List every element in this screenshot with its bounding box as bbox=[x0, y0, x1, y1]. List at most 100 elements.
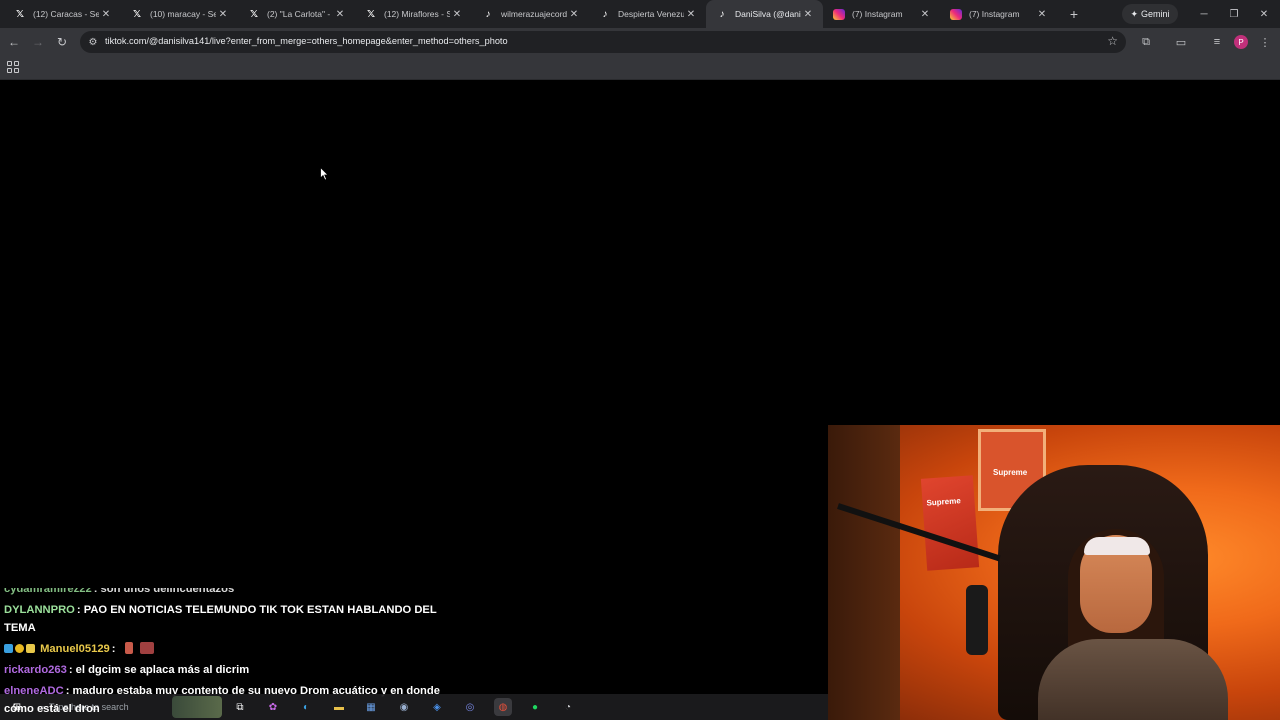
chat-username: DYLANNPRO bbox=[4, 604, 75, 616]
close-icon[interactable]: ✕ bbox=[99, 9, 113, 20]
steam-icon[interactable]: ◉ bbox=[395, 698, 413, 716]
screen: 𝕏 (12) Caracas - Search / X ✕ 𝕏 (10) mar… bbox=[0, 0, 1280, 720]
windows-taskbar: ⊞ ⌕ Type here to search ⧉ ✿ ◐ ▬ ▦ ◉ ◈ ◎ … bbox=[0, 694, 828, 720]
chat-message-continued: cómo está el dron bbox=[4, 700, 100, 718]
tiktok-icon: ♪ bbox=[602, 8, 608, 20]
tab-maracay[interactable]: 𝕏 (10) maracay - Search / X ✕ bbox=[121, 0, 238, 28]
app-icon[interactable]: ◔ bbox=[559, 698, 577, 716]
extensions-icon[interactable]: ⧉ bbox=[1136, 32, 1156, 52]
tab-instagram-2[interactable]: (7) Instagram ✕ bbox=[940, 0, 1057, 28]
tab-danisilva[interactable]: ♪ DaniSilva (@danisilva141) ✕ bbox=[706, 0, 823, 28]
new-tab-button[interactable]: + bbox=[1061, 1, 1087, 27]
emote-icon bbox=[139, 642, 154, 654]
chat-text: : PAO EN NOTICIAS TELEMUNDO TIK TOK ESTA… bbox=[76, 604, 437, 616]
chat-text: : son unos delincuentazos bbox=[93, 583, 235, 595]
emote-icon bbox=[124, 642, 133, 654]
chat-username: Manuel05129 bbox=[40, 643, 110, 655]
badge-icon bbox=[26, 644, 35, 653]
x-icon: 𝕏 bbox=[132, 8, 142, 20]
x-icon: 𝕏 bbox=[15, 8, 25, 20]
tab-title: (12) Caracas - Search / X bbox=[33, 9, 99, 19]
gemini-label: Gemini bbox=[1141, 9, 1170, 19]
url-text[interactable]: tiktok.com/@danisilva141/live?enter_from… bbox=[105, 36, 508, 46]
headband bbox=[1084, 537, 1150, 555]
chat-message-continued: TEMA bbox=[4, 619, 36, 637]
weather-widget[interactable] bbox=[172, 696, 222, 718]
webcam-overlay: Supreme Supreme bbox=[828, 425, 1280, 720]
mouse-cursor-icon bbox=[320, 167, 329, 181]
chat-message: Manuel05129: bbox=[4, 640, 154, 658]
tab-caracas[interactable]: 𝕏 (12) Caracas - Search / X ✕ bbox=[4, 0, 121, 28]
tab-instagram-1[interactable]: (7) Instagram ✕ bbox=[823, 0, 940, 28]
close-icon[interactable]: ✕ bbox=[216, 9, 230, 20]
forward-button[interactable]: → bbox=[28, 32, 48, 52]
chat-username: cydamramirez22 bbox=[4, 583, 92, 595]
tab-title: (12) Miraflores - Search / X bbox=[384, 9, 450, 19]
instagram-icon bbox=[833, 8, 845, 20]
chrome-icon[interactable]: ◍ bbox=[494, 698, 512, 716]
close-icon[interactable]: ✕ bbox=[801, 9, 815, 20]
instagram-icon bbox=[950, 8, 962, 20]
streamer-body bbox=[1038, 639, 1228, 720]
chat-username: rickardo263 bbox=[4, 664, 67, 676]
close-icon[interactable]: ✕ bbox=[1035, 9, 1049, 20]
address-bar[interactable]: ⚙ tiktok.com/@danisilva141/live?enter_fr… bbox=[80, 31, 1126, 53]
menu-icon[interactable]: ⋮ bbox=[1255, 32, 1275, 52]
chat-text: : el dgcim se aplaca más al dicrim bbox=[68, 664, 250, 676]
spotify-icon[interactable]: ● bbox=[526, 698, 544, 716]
cast-icon[interactable]: ▭ bbox=[1171, 32, 1191, 52]
tab-title: (2) "La Carlota" - Search / X bbox=[267, 9, 333, 19]
tab-miraflores[interactable]: 𝕏 (12) Miraflores - Search / X ✕ bbox=[355, 0, 472, 28]
sparkle-icon: ✦ bbox=[1130, 8, 1139, 19]
close-icon[interactable]: ✕ bbox=[450, 9, 464, 20]
microphone bbox=[966, 585, 988, 655]
tab-wilmerazuaje[interactable]: ♪ wilmerazuajecorder ✕ bbox=[472, 0, 589, 28]
file-explorer-icon[interactable]: ▬ bbox=[330, 698, 348, 716]
tab-strip: 𝕏 (12) Caracas - Search / X ✕ 𝕏 (10) mar… bbox=[0, 0, 1280, 28]
task-view-icon[interactable]: ⧉ bbox=[231, 698, 249, 716]
tab-title: (7) Instagram bbox=[852, 9, 903, 19]
chat-message: DYLANNPRO: PAO EN NOTICIAS TELEMUNDO TIK… bbox=[4, 601, 437, 619]
copilot-icon[interactable]: ✿ bbox=[264, 698, 282, 716]
tiktok-icon: ♪ bbox=[485, 8, 491, 20]
chat-message: rickardo263: el dgcim se aplaca más al d… bbox=[4, 661, 249, 679]
close-icon[interactable]: ✕ bbox=[567, 9, 581, 20]
tab-title: DaniSilva (@danisilva141) bbox=[735, 9, 801, 19]
bookmarks-bar bbox=[0, 56, 1280, 80]
chat-message: cydamramirez22: son unos delincuentazos bbox=[4, 583, 235, 598]
close-icon[interactable]: ✕ bbox=[684, 9, 698, 20]
minimize-button[interactable]: ─ bbox=[1188, 0, 1220, 28]
tab-title: (7) Instagram bbox=[969, 9, 1020, 19]
badge-icon bbox=[15, 644, 24, 653]
chat-text: cómo está el dron bbox=[4, 703, 100, 715]
edge-icon[interactable]: ◐ bbox=[297, 698, 315, 716]
close-icon[interactable]: ✕ bbox=[333, 9, 347, 20]
back-button[interactable]: ← bbox=[4, 32, 24, 52]
store-icon[interactable]: ▦ bbox=[362, 698, 380, 716]
tiktok-icon: ♪ bbox=[719, 8, 725, 20]
badge-icon bbox=[4, 644, 13, 653]
x-icon: 𝕏 bbox=[249, 8, 259, 20]
tab-despierta-venezuela[interactable]: ♪ Despierta Venezuela ✕ bbox=[589, 0, 706, 28]
browser-toolbar: ← → ↻ ⚙ tiktok.com/@danisilva141/live?en… bbox=[0, 28, 1280, 56]
close-icon[interactable]: ✕ bbox=[918, 9, 932, 20]
profile-avatar[interactable]: P bbox=[1234, 35, 1248, 49]
app-icon[interactable]: ◈ bbox=[428, 698, 446, 716]
tab-title: Despierta Venezuela bbox=[618, 9, 684, 19]
chat-text: TEMA bbox=[4, 622, 36, 634]
wall-poster: Supreme bbox=[920, 475, 980, 571]
restore-button[interactable]: ❐ bbox=[1218, 0, 1250, 28]
x-icon: 𝕏 bbox=[366, 8, 376, 20]
tab-title: wilmerazuajecorder bbox=[501, 9, 567, 19]
site-info-icon[interactable]: ⚙ bbox=[86, 35, 100, 49]
tab-la-carlota[interactable]: 𝕏 (2) "La Carlota" - Search / X ✕ bbox=[238, 0, 355, 28]
discord-icon[interactable]: ◎ bbox=[461, 698, 479, 716]
reload-button[interactable]: ↻ bbox=[52, 32, 72, 52]
bookmark-star-icon[interactable]: ☆ bbox=[1107, 34, 1118, 48]
window-close-button[interactable]: ✕ bbox=[1248, 0, 1280, 28]
apps-grid-icon[interactable] bbox=[7, 61, 19, 73]
tab-title: (10) maracay - Search / X bbox=[150, 9, 216, 19]
gemini-button[interactable]: ✦ Gemini bbox=[1122, 4, 1178, 24]
reading-list-icon[interactable]: ≡ bbox=[1207, 32, 1227, 52]
chat-text: : bbox=[111, 643, 116, 655]
